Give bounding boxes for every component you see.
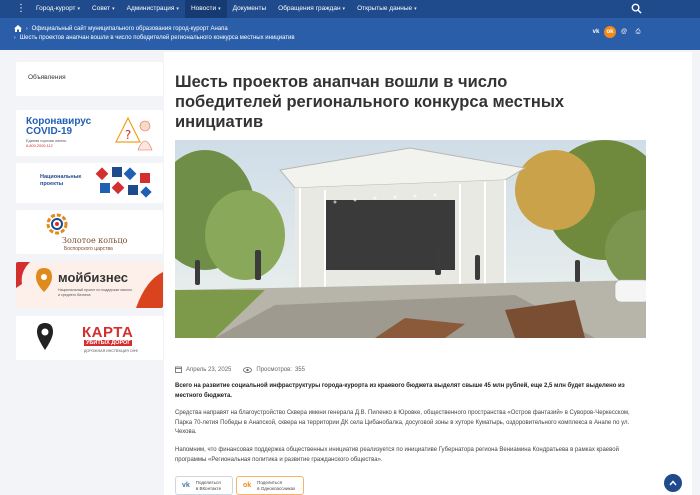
breadcrumb-current-page: Шесть проектов анапчан вошли в число поб… [19, 35, 295, 41]
breadcrumb-home-link[interactable]: Официальный сайт муниципального образова… [32, 26, 228, 32]
share-ok-line2: в Одноклассниках [257, 485, 296, 491]
views-count: 355 [294, 366, 305, 373]
mail-icon[interactable]: @ [618, 26, 630, 38]
covid-banner[interactable]: Коронавирус COVID-19 Единая горячая лини… [16, 110, 163, 156]
mybiz-sub1: Национальный проект по поддержке малого [58, 288, 133, 292]
breadcrumb-current: › Шесть проектов анапчан вошли в число п… [14, 35, 295, 41]
chevron-right-icon: › [26, 25, 28, 32]
nav-item-label: Обращения граждан [278, 5, 341, 12]
calendar-icon [175, 366, 182, 373]
golden-ring-banner[interactable]: Золотое кольцо Боспорского царства [16, 210, 163, 254]
golden-ring-line1: Золотое кольцо [62, 236, 128, 245]
chevron-down-icon: ▾ [176, 6, 179, 12]
mybiz-banner[interactable]: мойбизнес Национальный проект по поддерж… [16, 262, 163, 308]
article-title: Шесть проектов анапчан вошли в число поб… [175, 73, 565, 131]
nav-item-label: Открытые данные [357, 5, 413, 12]
ok-icon[interactable]: ok [604, 26, 616, 38]
chevron-down-icon: ▾ [77, 6, 81, 12]
article-date: Апрель 23, 2025 [186, 366, 232, 373]
nav-item[interactable]: Администрация ▾ [121, 0, 185, 18]
nav-item[interactable]: Новости ▾ [184, 0, 227, 18]
nav-items: Город-курорт ▾ Совет ▾ Администрация ▾ Новости… [30, 0, 423, 18]
nav-item-label: Документы [232, 5, 267, 12]
nav-item[interactable]: Открытые данные ▾ [351, 0, 423, 18]
road-map-word1: КАРТА [82, 324, 134, 341]
golden-ring-line2: Боспорского царства [64, 246, 113, 252]
chevron-right-icon: › [14, 35, 16, 41]
nav-item-label: Город-курорт [36, 5, 76, 12]
article-paragraph: Напомним, что финансовая поддержка общес… [175, 447, 619, 463]
road-map-sub: ДОРОЖНАЯ ИНСПЕКЦИЯ ОНФ [84, 349, 138, 353]
breadcrumb: › Официальный сайт муниципального образо… [14, 25, 228, 32]
menu-dots-icon[interactable]: ⋮ [16, 0, 30, 18]
nav-item-label: Новости [190, 5, 217, 12]
share-vk-text: Поделиться в ВКонтакте [196, 480, 221, 492]
print-icon[interactable]: ⎙ [632, 26, 644, 38]
home-icon[interactable] [14, 25, 22, 32]
chevron-down-icon: ▾ [112, 6, 115, 12]
share-vk-line2: в ВКонтакте [195, 485, 222, 491]
covid-hotline-label: Единая горячая линия: [26, 139, 67, 143]
nav-item[interactable]: Обращения граждан ▾ [272, 0, 351, 18]
share-ok-text: Поделиться в Одноклассниках [257, 480, 295, 492]
announcements-link[interactable]: Объявления [16, 62, 163, 96]
chevron-down-icon: ▾ [342, 6, 346, 12]
article-photo[interactable] [175, 140, 646, 338]
national-projects-banner[interactable]: Национальные проекты [16, 163, 163, 203]
views-label: Просмотров: [256, 366, 292, 373]
nav-item[interactable]: Совет ▾ [86, 0, 121, 18]
nav-item[interactable]: Город-курорт ▾ [30, 0, 86, 18]
article-meta: Апрель 23, 2025 Просмотров: 355 [175, 366, 305, 373]
share-ok-button[interactable]: ok Поделиться в Одноклассниках [236, 476, 304, 495]
top-navigation: ⋮ Город-курорт ▾ Совет ▾ Администрация ▾ Новос… [0, 0, 700, 18]
road-map-banner[interactable]: КАРТА УБИТЫХ ДОРОГ ДОРОЖНАЯ ИНСПЕКЦИЯ ОН… [16, 316, 163, 360]
article-paragraph: Средства направят на благоустройство Скв… [175, 410, 630, 435]
park-stage-image [175, 140, 646, 338]
article-lead: Всего на развитие социальной инфраструкт… [175, 383, 625, 399]
chevron-down-icon: ▾ [414, 6, 417, 12]
nav-item[interactable]: Документы [227, 0, 273, 18]
road-map-word2: УБИТЫХ ДОРОГ [84, 340, 133, 346]
national-projects-line1: Национальные [40, 174, 82, 180]
breadcrumb-band: › Официальный сайт муниципального образо… [0, 18, 700, 50]
svg-text:?: ? [125, 128, 131, 142]
national-projects-line2: проекты [40, 181, 64, 187]
chevron-down-icon: ▾ [218, 6, 221, 12]
vk-icon[interactable]: vk [590, 26, 602, 38]
map-pin-icon [37, 323, 53, 350]
nav-item-label: Администрация [126, 5, 175, 12]
mybiz-sub2: и среднего бизнеса [58, 293, 91, 297]
mybiz-name: мойбизнес [58, 270, 129, 285]
share-vk-line1: Поделиться [195, 479, 221, 485]
covid-hotline-number: 8-800-2000-112 [26, 144, 53, 148]
mybiz-decor-icon [16, 262, 163, 308]
covid-warning-icon: ? [115, 116, 153, 151]
national-projects-logo-icon [95, 167, 152, 198]
golden-ring-logo-icon [46, 213, 68, 235]
nav-item-label: Совет [92, 5, 111, 12]
covid-subtitle: COVID-19 [26, 126, 73, 137]
eye-icon [243, 366, 253, 373]
chevron-up-icon [669, 480, 677, 486]
search-icon[interactable] [631, 3, 642, 14]
vk-icon: vk [182, 482, 190, 489]
scroll-to-top-button[interactable] [664, 474, 682, 492]
announcements-label: Объявления [28, 74, 66, 81]
share-vk-button[interactable]: vk Поделиться в ВКонтакте [175, 476, 233, 495]
ok-icon: ok [243, 482, 252, 489]
